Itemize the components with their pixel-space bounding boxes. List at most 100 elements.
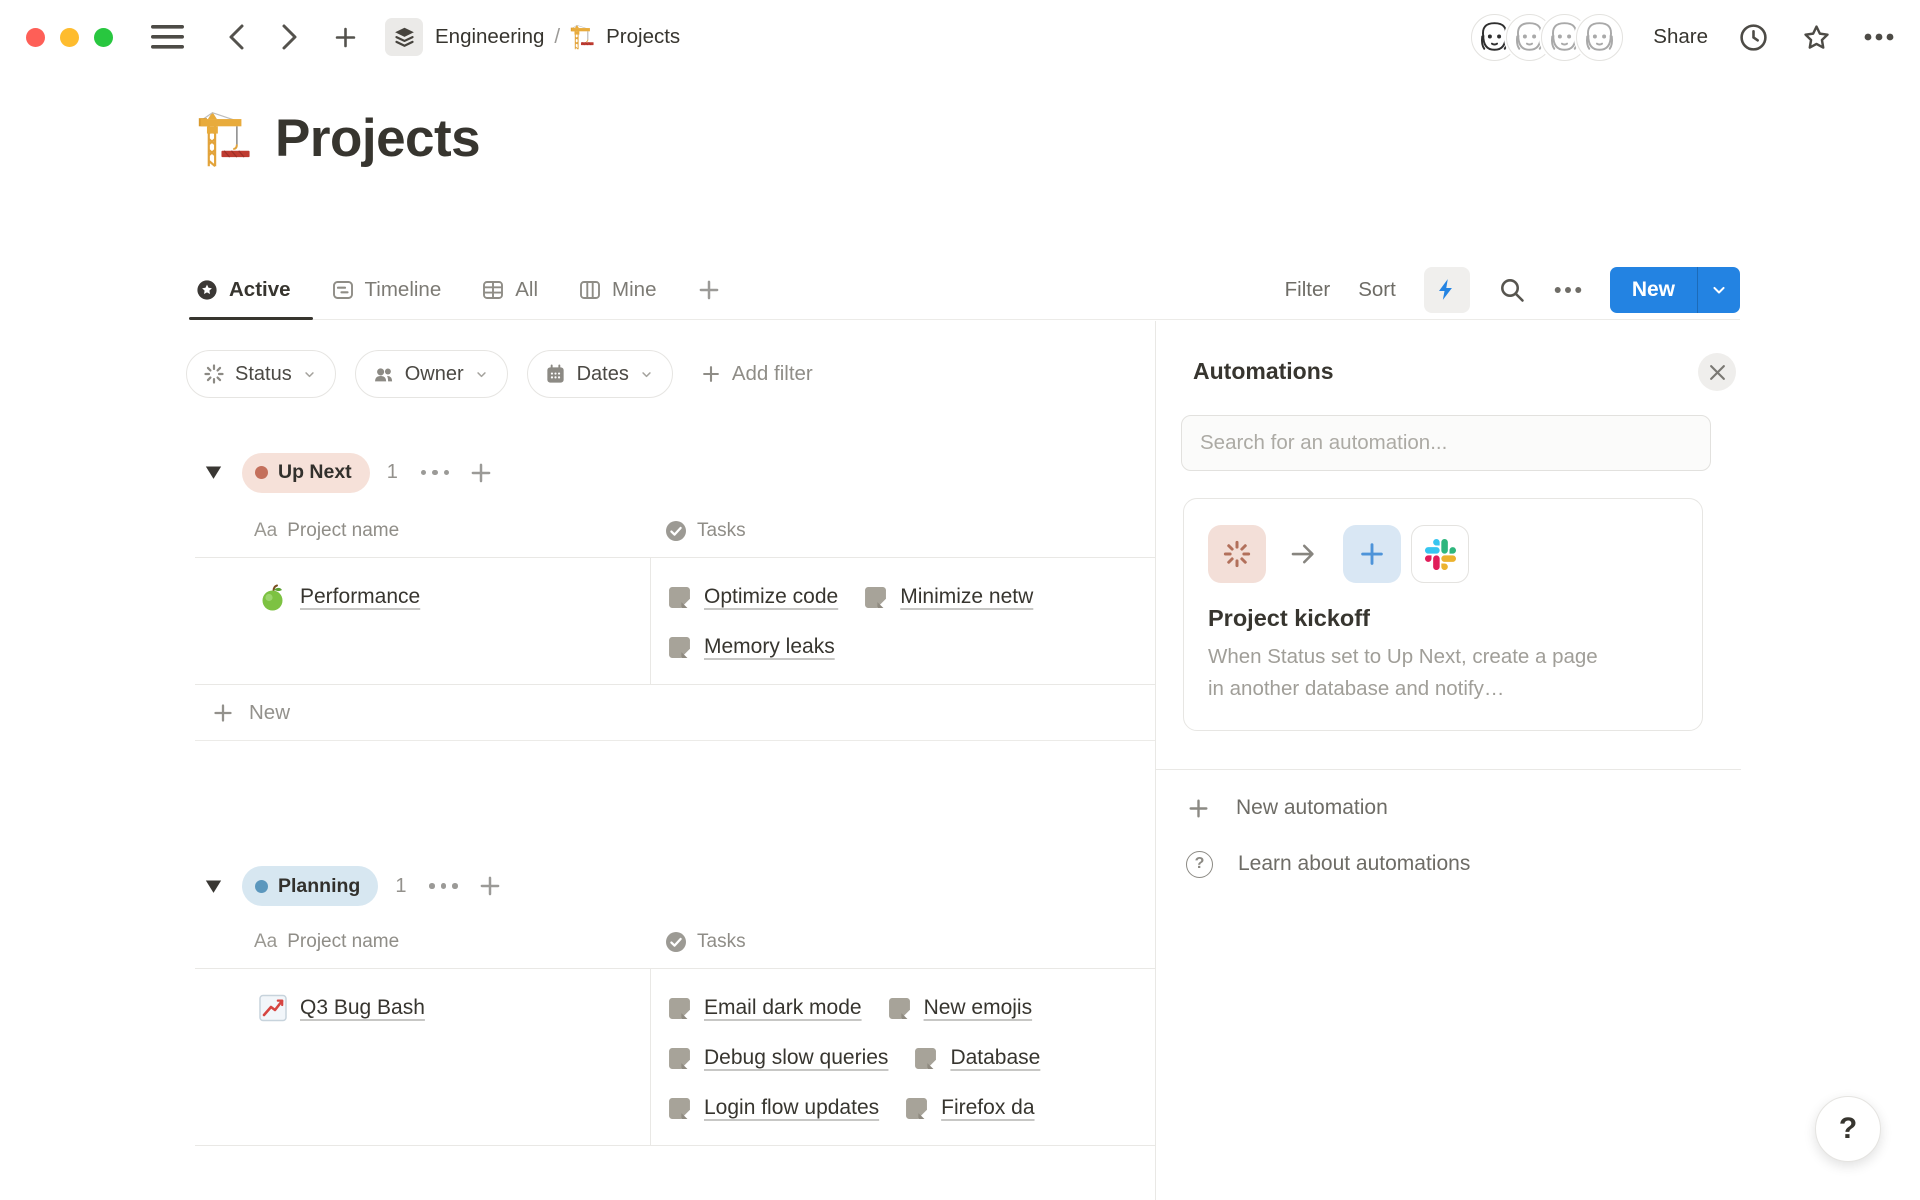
tab-all[interactable]: All [481,260,538,319]
filter-chip-status[interactable]: Status [186,350,336,398]
breadcrumb: Engineering / Projects [435,24,680,50]
tab-label: Timeline [365,278,442,302]
group-more-icon[interactable] [421,470,450,476]
new-automation-button[interactable]: New automation [1156,780,1920,836]
panel-menu: New automation ? Learn about automations [1156,780,1920,892]
minimize-window-button[interactable] [60,28,79,47]
task-label: Login flow updates [704,1096,879,1120]
task-chip[interactable]: New emojis [888,996,1033,1020]
automations-panel: Automations Project kickoff When Status … [1155,321,1920,1200]
breadcrumb-page[interactable]: Projects [606,25,680,49]
group-spacer [195,741,1155,856]
avatar-group[interactable] [1471,14,1623,61]
star-view-icon [195,278,219,302]
help-button[interactable]: ? [1815,1096,1881,1162]
tab-mine[interactable]: Mine [578,260,656,319]
filter-button[interactable]: Filter [1285,278,1331,302]
column-header-name[interactable]: Aa Project name [195,931,650,953]
new-button-label[interactable]: New [1610,267,1697,313]
page-icon [888,997,911,1020]
learn-automations-button[interactable]: ? Learn about automations [1156,836,1920,892]
automation-search-input[interactable] [1181,415,1711,471]
collapse-triangle-icon[interactable] [205,879,222,894]
people-icon [372,363,395,386]
back-icon[interactable] [224,23,248,51]
tab-timeline[interactable]: Timeline [331,260,442,319]
page-title[interactable]: Projects [275,108,480,169]
zoom-window-button[interactable] [94,28,113,47]
sidebar-toggle-icon[interactable] [151,24,184,50]
more-options-icon[interactable] [1864,33,1894,41]
project-name-link[interactable]: Performance [300,585,420,609]
group-header-planning: Planning 1 [195,856,1155,916]
new-row-button[interactable]: New [195,685,1155,741]
check-circle-icon [664,930,688,954]
status-badge[interactable]: Planning [242,866,378,906]
task-chip[interactable]: Email dark mode [668,996,862,1020]
page-icon [864,586,887,609]
new-button[interactable]: New [1610,267,1740,313]
page-icon [668,586,691,609]
search-icon[interactable] [1498,276,1526,304]
add-view-icon[interactable] [696,277,722,303]
status-burst-icon [203,363,225,385]
create-page-action-tile [1343,525,1401,583]
window-controls [26,28,113,47]
status-trigger-tile [1208,525,1266,583]
chevron-down-icon[interactable] [1698,267,1740,313]
automation-card-icons [1208,525,1678,583]
avatar[interactable] [1576,14,1623,61]
task-line: Debug slow queries Database [668,1033,1155,1083]
column-header-tasks[interactable]: Tasks [650,930,1155,954]
task-label: Database [950,1046,1040,1070]
column-label: Tasks [697,520,746,542]
table-row: Q3 Bug Bash Email dark mode New emojis D… [195,969,1155,1146]
group-add-icon[interactable] [468,460,494,486]
close-panel-button[interactable] [1698,353,1736,391]
forward-icon[interactable] [278,23,302,51]
filter-chip-dates[interactable]: Dates [527,350,673,398]
automation-card[interactable]: Project kickoff When Status set to Up Ne… [1183,498,1703,731]
task-chip[interactable]: Memory leaks [668,635,835,659]
task-chip[interactable]: Minimize netw [864,585,1033,609]
status-badge[interactable]: Up Next [242,453,370,493]
new-page-icon[interactable] [332,24,359,51]
view-options-icon[interactable] [1554,286,1582,294]
page-icon [668,1047,691,1070]
task-chip[interactable]: Login flow updates [668,1096,879,1120]
group-add-icon[interactable] [477,873,503,899]
menu-item-label: New automation [1236,796,1388,820]
close-window-button[interactable] [26,28,45,47]
filter-chip-label: Dates [577,363,629,386]
share-button[interactable]: Share [1653,25,1708,49]
status-label: Planning [278,875,360,898]
question-circle-icon: ? [1186,851,1213,878]
task-chip[interactable]: Database [914,1046,1040,1070]
automations-toggle-button[interactable] [1424,267,1470,313]
sort-button[interactable]: Sort [1358,278,1396,302]
task-chip[interactable]: Debug slow queries [668,1046,888,1070]
workspace-layers-icon[interactable] [385,18,423,56]
task-label: Debug slow queries [704,1046,888,1070]
menu-item-label: Learn about automations [1238,852,1470,876]
tab-active[interactable]: Active [195,260,291,319]
task-chip[interactable]: Firefox da [905,1096,1034,1120]
filter-chip-owner[interactable]: Owner [355,350,508,398]
group-more-icon[interactable] [429,883,458,889]
collapse-triangle-icon[interactable] [205,465,222,480]
page-icon [668,636,691,659]
status-label: Up Next [278,461,352,484]
add-filter-button[interactable]: Add filter [700,362,813,386]
column-header-name[interactable]: Aa Project name [195,520,650,542]
new-row-label: New [249,701,290,725]
building-construction-icon[interactable] [197,110,255,168]
favorite-star-icon[interactable] [1801,22,1832,53]
project-name-link[interactable]: Q3 Bug Bash [300,996,425,1020]
column-header-tasks[interactable]: Tasks [650,519,1155,543]
arrow-right-icon [1288,539,1318,569]
view-toolbar: Active Timeline All Mine Filter Sort [195,260,1740,320]
slack-icon [1425,539,1456,570]
task-chip[interactable]: Optimize code [668,585,838,609]
breadcrumb-workspace[interactable]: Engineering [435,25,544,49]
updates-clock-icon[interactable] [1738,22,1769,53]
